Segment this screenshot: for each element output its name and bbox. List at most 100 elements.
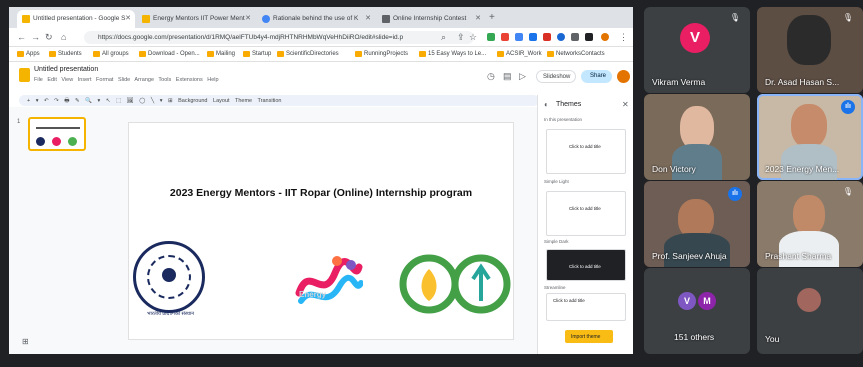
menu-bar[interactable]: File Edit View Insert Format Slide Arran… — [34, 77, 219, 83]
participant-tile[interactable]: V Vikram Verma 🎙︎ — [644, 7, 750, 93]
profile-icon[interactable] — [601, 33, 609, 41]
thumbnail-logo — [52, 137, 61, 146]
reload-icon[interactable]: ↻ — [45, 32, 53, 42]
participant-name: Prof. Sanjeev Ahuja — [652, 251, 727, 261]
tab-label: Energy Mentors IIT Power Ment — [153, 15, 245, 22]
logo-text: Energy — [299, 290, 327, 299]
zoom-icon[interactable]: ⌕ — [441, 32, 446, 42]
bookmark-item[interactable]: NetworksContacts — [547, 51, 605, 57]
bookmark-item[interactable]: ScientificDirectories — [277, 51, 339, 57]
close-tab-icon[interactable]: ✕ — [365, 14, 371, 22]
import-theme-button[interactable]: Import theme — [565, 330, 613, 343]
tab-label: Rationale behind the use of K — [273, 15, 359, 22]
grid-view-icon[interactable]: ⊞ — [22, 337, 29, 346]
slides-logo-icon[interactable] — [19, 68, 30, 82]
slide-thumbnail[interactable] — [28, 117, 86, 151]
theme-card[interactable]: Click to add title — [546, 191, 626, 236]
theme-card-text: Click to add title — [569, 206, 601, 211]
participant-video — [672, 144, 722, 180]
browser-toolbar: ← → ↻ ⌂ https://docs.google.com/presenta… — [9, 28, 633, 47]
history-icon[interactable]: ◷ — [487, 71, 495, 82]
new-tab-button[interactable]: + — [489, 12, 495, 23]
iit-ropar-logo — [133, 241, 205, 313]
extension-icon[interactable] — [571, 33, 579, 41]
participant-tile-active-speaker[interactable]: ılı 2023 Energy Men... — [757, 94, 863, 180]
home-icon[interactable]: ⌂ — [61, 32, 66, 42]
slide-title[interactable]: 2023 Energy Mentors - IIT Ropar (Online)… — [129, 187, 513, 199]
extension-icon[interactable] — [487, 33, 495, 41]
bookmark-item[interactable]: All groups — [93, 51, 129, 57]
theme-card-text: Click to add title — [553, 298, 585, 303]
participant-tile[interactable]: Don Victory — [644, 94, 750, 180]
video-call-icon[interactable]: ▷ — [519, 71, 526, 82]
address-bar[interactable]: https://docs.google.com/presentation/d/1… — [84, 31, 474, 44]
participant-name: Vikram Verma — [652, 77, 706, 87]
bookmarks-bar: Apps Students All groups Download - Open… — [9, 47, 633, 62]
bookmark-item[interactable]: Download - Open... — [139, 51, 200, 57]
puzzle-extensions-icon[interactable] — [585, 33, 593, 41]
document-title[interactable]: Untitled presentation — [34, 66, 98, 73]
participant-name: Prashant Sharma — [765, 251, 832, 261]
close-icon[interactable]: ✕ — [622, 100, 629, 109]
extension-icon[interactable] — [515, 33, 523, 41]
speaking-indicator-icon: ılı — [728, 187, 742, 201]
theme-card-text: Click to add title — [569, 144, 601, 149]
close-tab-icon[interactable]: ✕ — [125, 14, 131, 22]
back-arrow-icon[interactable]: ← — [17, 32, 26, 42]
bookmark-item[interactable]: ACSIR_Work — [497, 51, 542, 57]
extension-icon[interactable] — [529, 33, 537, 41]
bookmark-star-icon[interactable]: ☆ — [469, 32, 477, 42]
slide-canvas[interactable]: 2023 Energy Mentors - IIT Ropar (Online)… — [129, 123, 513, 339]
tab-label: Untitled presentation - Google S — [33, 15, 126, 22]
self-tile[interactable]: You — [757, 268, 863, 354]
themes-title: Themes — [556, 101, 582, 108]
browser-tab-internship[interactable]: Online Internship Contest ✕ — [377, 10, 485, 28]
forward-arrow-icon[interactable]: → — [31, 32, 40, 42]
participant-tile[interactable]: Dr. Asad Hasan S... 🎙︎ — [757, 7, 863, 93]
menu-kebab-icon[interactable]: ⋮ — [619, 32, 628, 42]
close-tab-icon[interactable]: ✕ — [245, 14, 251, 22]
participant-video — [791, 104, 827, 148]
share-page-icon[interactable]: ⇪ — [457, 32, 465, 42]
browser-tab-energy-mentors[interactable]: Energy Mentors IIT Power Ment ✕ — [137, 10, 255, 28]
participant-tile[interactable]: 🎙︎ Prashant Sharma — [757, 181, 863, 267]
bookmark-item[interactable]: 15 Easy Ways to Le... — [419, 51, 486, 57]
extension-icon[interactable] — [557, 33, 565, 41]
slide-number: 1 — [17, 119, 21, 125]
account-avatar[interactable] — [617, 70, 630, 83]
extension-icon[interactable] — [543, 33, 551, 41]
theme-card-text: Click to add title — [569, 264, 601, 269]
close-tab-icon[interactable]: ✕ — [475, 14, 481, 22]
bookmark-item[interactable]: RunningProjects — [355, 51, 408, 57]
share-button[interactable]: Share — [581, 70, 612, 83]
bookmark-item[interactable]: Apps — [17, 51, 40, 57]
participant-avatar: V — [678, 292, 696, 310]
slides-favicon-icon — [22, 15, 30, 23]
theme-card[interactable]: Click to add title — [546, 129, 626, 174]
browser-tab-bar: Untitled presentation - Google S ✕ Energ… — [9, 7, 633, 28]
bookmark-item[interactable]: Mailing — [207, 51, 235, 57]
theme-card[interactable]: Click to add title — [546, 293, 626, 321]
tab-label: Online Internship Contest — [393, 15, 467, 22]
slide-filmstrip: 1 ⊞ — [9, 107, 101, 354]
palette-icon: ◐ — [544, 100, 549, 109]
participant-tile[interactable]: ılı Prof. Sanjeev Ahuja — [644, 181, 750, 267]
themes-panel: ◐ Themes ✕ In this presentation Click to… — [537, 95, 633, 354]
participant-name: 2023 Energy Men... — [765, 164, 840, 174]
bookmark-item[interactable]: Startup — [243, 51, 271, 57]
browser-tab-slides[interactable]: Untitled presentation - Google S ✕ — [17, 10, 135, 28]
extension-icon[interactable] — [501, 33, 509, 41]
slides-favicon-icon — [142, 15, 150, 23]
others-tile[interactable]: V M 151 others — [644, 268, 750, 354]
browser-tab-rationale[interactable]: Rationale behind the use of K ✕ — [257, 10, 375, 28]
mic-off-icon: 🎙︎ — [729, 13, 740, 22]
bookmark-item[interactable]: Students — [49, 51, 82, 57]
mic-off-icon: 🎙︎ — [842, 187, 853, 196]
speaking-indicator-icon: ılı — [841, 100, 855, 114]
others-count: 151 others — [674, 332, 715, 342]
slideshow-button[interactable]: Slideshow — [536, 70, 576, 83]
slides-toolbar[interactable]: + ▾ ↶ ↷ 🖶 ✎ 🔍 ▾ ↖ ⬚ 🖼 ◯ ╲ ▾ ⊞ Background… — [19, 95, 539, 106]
theme-section-label: Simple Light — [544, 179, 569, 184]
theme-card[interactable]: Click to add title — [546, 249, 626, 281]
comment-icon[interactable]: ▤ — [503, 71, 512, 82]
